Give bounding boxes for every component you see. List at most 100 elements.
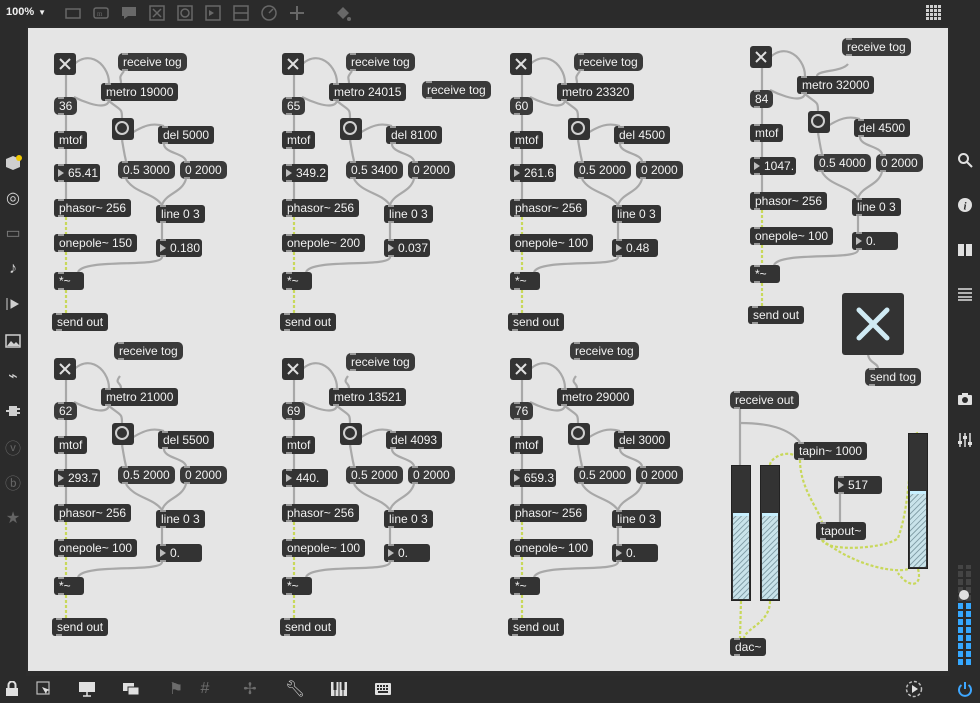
audio-power-icon[interactable] (955, 679, 975, 699)
receive-tog-message[interactable]: receive tog (574, 53, 643, 71)
gain-knob[interactable] (959, 590, 969, 600)
multiply-object[interactable]: *~ (510, 272, 540, 290)
onepole-object[interactable]: onepole~ 100 (282, 539, 366, 557)
gain-number[interactable]: 0. (612, 544, 658, 562)
phasor-object[interactable]: phasor~ 256 (282, 504, 360, 522)
patch-cord[interactable] (816, 132, 824, 155)
patch-cord[interactable] (738, 600, 743, 639)
line-object[interactable]: line 0 3 (384, 510, 433, 528)
bang-button[interactable] (340, 423, 362, 445)
dac-object[interactable]: dac~ (730, 638, 767, 656)
onepole-object[interactable]: onepole~ 100 (510, 539, 594, 557)
mtof-object[interactable]: mtof (510, 131, 544, 149)
delay-time-number[interactable]: 517 (834, 476, 882, 494)
master-toggle[interactable] (842, 293, 904, 355)
metro-object[interactable]: metro 23320 (557, 83, 635, 101)
patch-cord[interactable] (348, 444, 356, 467)
patch-cord[interactable] (618, 448, 644, 467)
music-note-icon[interactable]: ♪ (3, 259, 23, 279)
output-level-meter[interactable] (956, 565, 972, 669)
metro-object[interactable]: metro 32000 (797, 76, 875, 94)
slider-object-icon[interactable] (232, 4, 250, 22)
frequency-number[interactable]: 261.6 (510, 164, 556, 182)
patch-cord[interactable] (390, 143, 416, 162)
transport-play-icon[interactable] (904, 679, 924, 699)
add-object-icon[interactable] (288, 4, 306, 22)
mtof-object[interactable]: mtof (54, 131, 88, 149)
ramp-down-message[interactable]: 0 2000 (408, 466, 455, 484)
line-object[interactable]: line 0 3 (852, 198, 901, 216)
delay-object[interactable]: del 3000 (614, 431, 671, 449)
bang-button[interactable] (112, 118, 134, 140)
send-out-object[interactable]: send out (508, 618, 565, 636)
receive-tog-message[interactable]: receive tog (118, 53, 187, 71)
gain-number[interactable]: 0. (156, 544, 202, 562)
list-icon[interactable] (955, 284, 975, 304)
receive-tog-message[interactable]: receive tog (570, 342, 639, 360)
keyboard-icon[interactable] (373, 679, 393, 699)
patch-cord[interactable] (581, 178, 619, 206)
gain-number[interactable]: 0.180 (156, 239, 202, 257)
patch-cord[interactable] (348, 139, 356, 162)
grid-view-icon[interactable] (925, 4, 943, 22)
ramp-down-message[interactable]: 0 2000 (876, 154, 923, 172)
note-message[interactable]: 62 (54, 402, 78, 420)
toggle[interactable] (510, 53, 532, 75)
note-message[interactable]: 69 (282, 402, 306, 420)
delay-object[interactable]: del 5000 (158, 126, 215, 144)
receive-tog-message[interactable]: receive tog (346, 353, 415, 371)
patch-cord[interactable] (858, 136, 884, 155)
patch-cord[interactable] (572, 375, 579, 389)
patch-cord[interactable] (120, 444, 128, 467)
tapin-object[interactable]: tapin~ 1000 (794, 442, 868, 460)
patch-cord[interactable] (347, 70, 353, 84)
receive-tog-message[interactable]: receive tog (114, 342, 183, 360)
phasor-object[interactable]: phasor~ 256 (54, 504, 132, 522)
new-object-icon[interactable] (64, 4, 82, 22)
frequency-number[interactable]: 1047. (750, 157, 796, 175)
patch-cord[interactable] (616, 483, 644, 511)
metro-object[interactable]: metro 21000 (101, 388, 179, 406)
patch-cord[interactable] (581, 483, 619, 511)
patch-cord[interactable] (856, 171, 884, 199)
patch-cord[interactable] (108, 100, 124, 119)
patch-cord[interactable] (353, 178, 391, 206)
mtof-object[interactable]: mtof (282, 436, 316, 454)
frequency-number[interactable]: 659.3 (510, 469, 556, 487)
search-icon[interactable] (955, 150, 975, 170)
frequency-number[interactable]: 349.2 (282, 164, 328, 182)
multiply-object[interactable]: *~ (282, 272, 312, 290)
patch-cord[interactable] (564, 405, 580, 424)
patch-cord[interactable] (388, 483, 416, 511)
send-out-object[interactable]: send out (748, 306, 805, 324)
multiply-object[interactable]: *~ (54, 272, 84, 290)
patch-cord[interactable] (160, 178, 188, 206)
phasor-object[interactable]: phasor~ 256 (54, 199, 132, 217)
patch-cord[interactable] (575, 70, 581, 84)
patch-cord[interactable] (618, 143, 644, 162)
ramp-up-message[interactable]: 0.5 3000 (118, 161, 175, 179)
select-cursor-icon[interactable] (34, 679, 54, 699)
multiply-object[interactable]: *~ (282, 577, 312, 595)
onepole-object[interactable]: onepole~ 150 (54, 234, 138, 252)
ramp-down-message[interactable]: 0 2000 (636, 161, 683, 179)
b-icon[interactable]: ⓑ (3, 472, 23, 493)
toggle[interactable] (750, 46, 772, 68)
zoom-menu[interactable]: 100% ▼ (6, 6, 46, 18)
metro-object[interactable]: metro 29000 (557, 388, 635, 406)
phasor-object[interactable]: phasor~ 256 (510, 199, 588, 217)
target-icon[interactable]: ◎ (3, 188, 23, 208)
patch-cord[interactable] (119, 70, 125, 84)
multiply-object[interactable]: *~ (54, 577, 84, 595)
button-object-icon[interactable] (176, 4, 194, 22)
book-icon[interactable] (955, 240, 975, 260)
ramp-up-message[interactable]: 0.5 2000 (574, 161, 631, 179)
mtof-object[interactable]: mtof (510, 436, 544, 454)
patcher-canvas[interactable]: receive tog metro 19000 36 mtof del 5000 0.5 … (28, 28, 948, 671)
delay-object[interactable]: del 4500 (614, 126, 671, 144)
metro-object[interactable]: metro 13521 (329, 388, 407, 406)
ramp-up-message[interactable]: 0.5 3400 (346, 161, 403, 179)
tapout-object[interactable]: tapout~ (816, 522, 867, 540)
bang-button[interactable] (568, 423, 590, 445)
new-message-icon[interactable]: m (92, 4, 110, 22)
